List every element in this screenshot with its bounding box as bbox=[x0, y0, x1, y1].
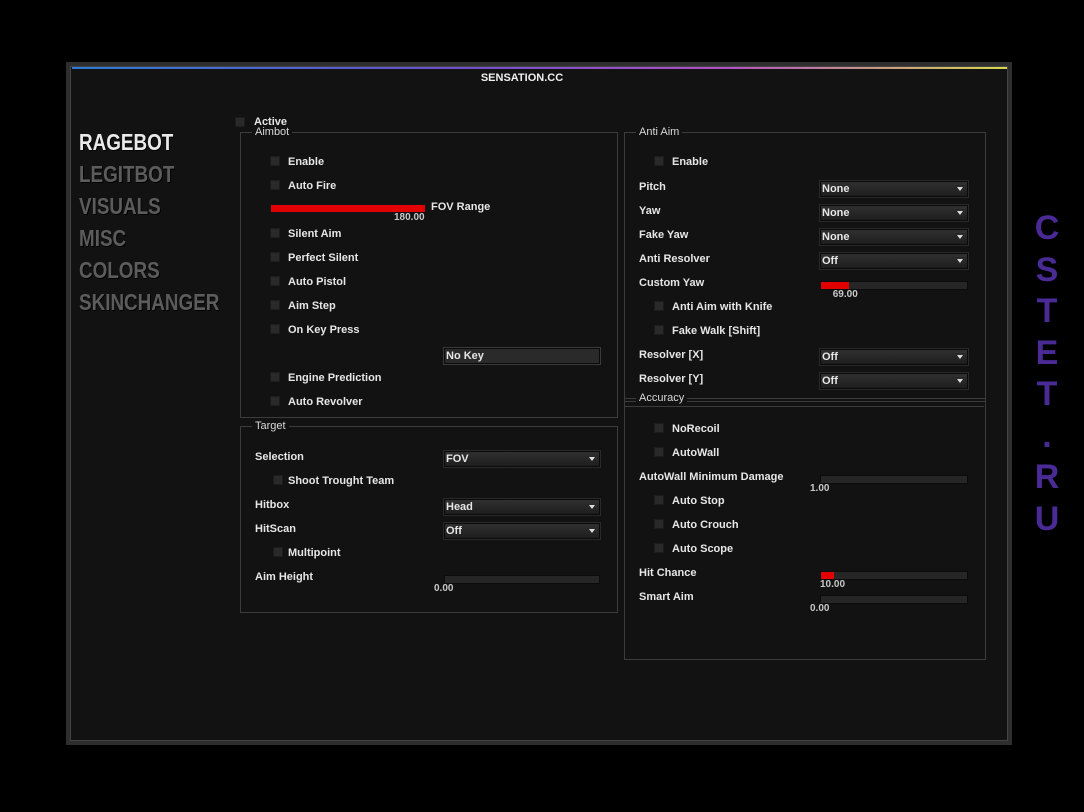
watermark-letter: . bbox=[1042, 416, 1052, 455]
accuracy-group bbox=[624, 398, 986, 660]
watermark-letter: C bbox=[1034, 209, 1060, 247]
watermark-letter: T bbox=[1036, 375, 1058, 413]
watermark-letter: E bbox=[1035, 333, 1059, 372]
watermark-letter: U bbox=[1034, 499, 1060, 538]
watermark-letter: T bbox=[1036, 292, 1058, 330]
accent-gradient-bar bbox=[72, 67, 1007, 69]
watermark-letter: S bbox=[1035, 250, 1059, 289]
target-group bbox=[240, 426, 618, 613]
nav-item-ragebot[interactable]: RAGEBOT bbox=[79, 129, 173, 155]
accuracy-divider bbox=[625, 406, 984, 407]
anti-aim-group-title: Anti Aim bbox=[636, 127, 683, 138]
nav-item-legitbot[interactable]: LEGITBOT bbox=[79, 161, 174, 187]
anti-aim-group bbox=[624, 132, 986, 402]
nav-item-misc[interactable]: MISC bbox=[79, 225, 126, 251]
nav-item-skinchanger[interactable]: SKINCHANGER bbox=[79, 289, 219, 315]
nav-item-visuals[interactable]: VISUALS bbox=[79, 193, 161, 219]
nav-item-colors[interactable]: COLORS bbox=[79, 257, 160, 283]
aimbot-group bbox=[240, 132, 618, 418]
target-group-title: Target bbox=[252, 421, 289, 432]
accuracy-group-title: Accuracy bbox=[636, 393, 688, 404]
active-checkbox[interactable] bbox=[235, 117, 245, 127]
active-label: Active bbox=[254, 116, 288, 128]
window-title: SENSATION.CC bbox=[480, 72, 564, 84]
watermark-letter: R bbox=[1034, 458, 1060, 496]
aimbot-group-title: Aimbot bbox=[252, 127, 293, 138]
